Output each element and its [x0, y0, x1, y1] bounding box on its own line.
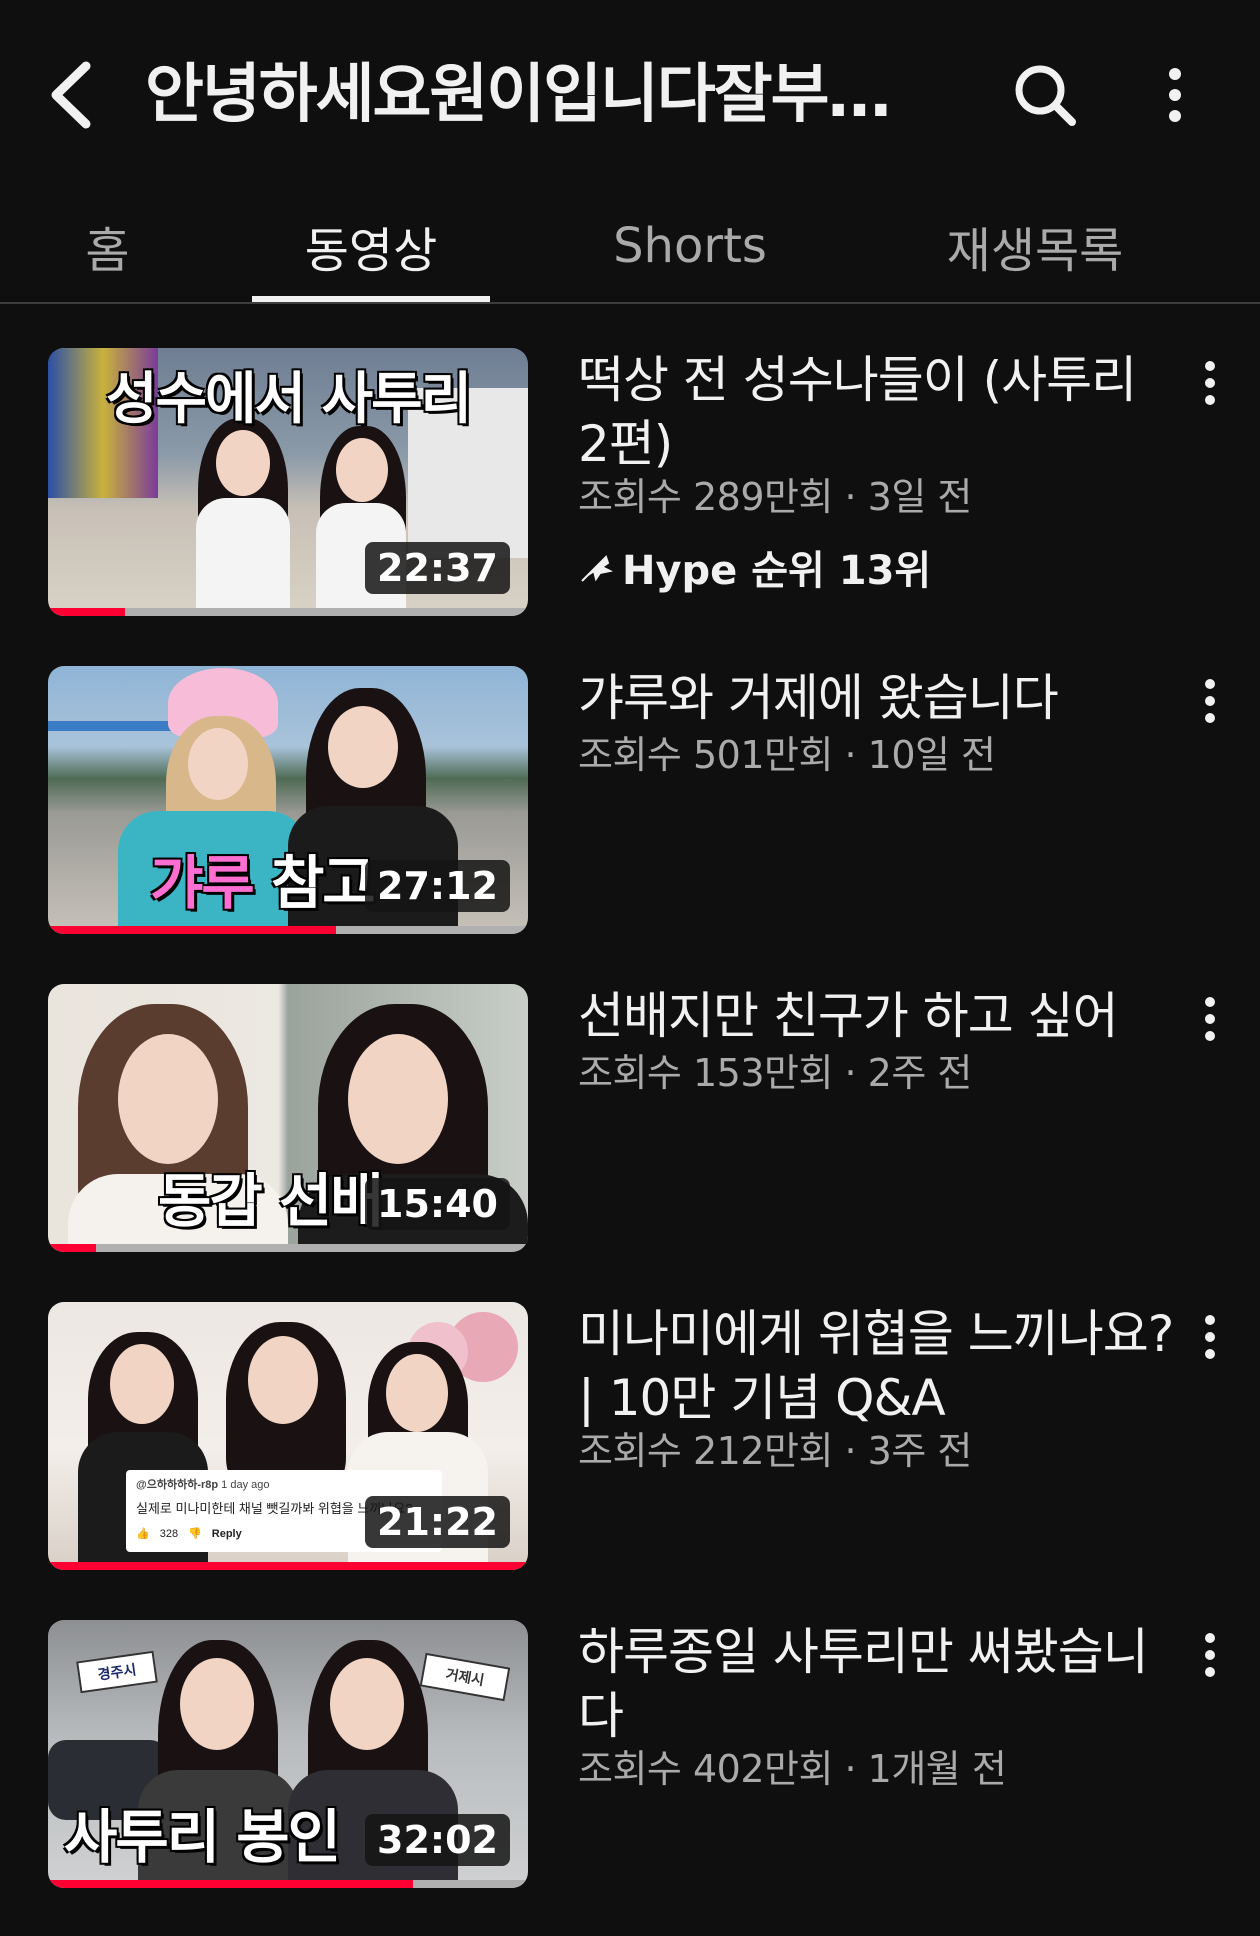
- video-more-button[interactable]: [1195, 671, 1225, 731]
- search-button[interactable]: [1005, 55, 1085, 135]
- channel-tabs: 홈 동영상 Shorts 재생목록: [0, 190, 1260, 304]
- person-face: [188, 728, 248, 800]
- person-face: [336, 438, 388, 502]
- video-thumbnail[interactable]: @으하하하하-r8p 1 day ago 실제로 미나미한테 채널 뺏길까봐 위…: [48, 1302, 528, 1570]
- person-face: [386, 1354, 448, 1432]
- more-dot-icon: [1205, 1014, 1215, 1024]
- video-title[interactable]: 미나미에게 위협을 느끼나요? | 10만 기념 Q&A: [578, 1302, 1178, 1430]
- more-dot-icon: [1205, 1332, 1215, 1342]
- more-dot-icon: [1205, 696, 1215, 706]
- more-dot-icon: [1169, 89, 1181, 101]
- thumbs-up-icon: 👍: [136, 1528, 150, 1540]
- video-meta: 조회수 153만회 · 2주 전: [578, 1051, 972, 1095]
- comment-reply: Reply: [211, 1527, 242, 1540]
- watch-progress-track: [48, 1562, 528, 1570]
- video-title[interactable]: 선배지만 친구가 하고 싶어: [578, 984, 1178, 1048]
- more-dot-icon: [1205, 1031, 1215, 1041]
- watch-progress-track: [48, 926, 528, 934]
- person-face: [348, 1034, 448, 1164]
- more-dot-icon: [1205, 378, 1215, 388]
- more-dot-icon: [1205, 1315, 1215, 1325]
- comment-time: 1 day ago: [221, 1479, 270, 1491]
- video-item: 갸루 참고 27:12 갸루와 거제에 왔습니다 조회수 501만회 · 10일…: [0, 666, 1260, 941]
- watch-progress-fill: [48, 1562, 528, 1570]
- comment-header: @으하하하하-r8p 1 day ago: [136, 1476, 432, 1492]
- video-duration: 27:12: [365, 860, 510, 912]
- person-face: [180, 1658, 254, 1750]
- more-dot-icon: [1205, 1667, 1215, 1677]
- more-dot-icon: [1205, 679, 1215, 689]
- thumbnail-caption: 사투리 봉인: [64, 1803, 341, 1871]
- active-tab-indicator: [252, 296, 490, 302]
- back-arrow-icon: [51, 61, 91, 129]
- watch-progress-fill: [48, 1244, 96, 1252]
- video-more-button[interactable]: [1195, 353, 1225, 413]
- tab-playlists[interactable]: 재생목록: [920, 190, 1150, 302]
- video-duration: 15:40: [365, 1178, 510, 1230]
- video-duration: 21:22: [365, 1496, 510, 1548]
- video-duration: 32:02: [365, 1814, 510, 1866]
- watch-progress-fill: [48, 1880, 413, 1888]
- more-dot-icon: [1205, 713, 1215, 723]
- video-item: @으하하하하-r8p 1 day ago 실제로 미나미한테 채널 뺏길까봐 위…: [0, 1302, 1260, 1577]
- video-meta: 조회수 289만회 · 3일 전: [578, 475, 972, 519]
- watch-progress-track: [48, 1244, 528, 1252]
- hype-badge[interactable]: Hype 순위 13위: [578, 538, 931, 596]
- video-thumbnail[interactable]: 동갑 선배 15:40: [48, 984, 528, 1252]
- thumbnail-caption: 갸루 참고: [150, 836, 376, 920]
- person-body: [196, 498, 290, 608]
- video-item: 성수에서 사투리 22:37 떡상 전 성수나들이 (사투리 2편) 조회수 2…: [0, 348, 1260, 623]
- video-item: 경주시 거제시 사투리 봉인 32:02 하루종일 사투리만 써봤습니다 조회수…: [0, 1620, 1260, 1895]
- more-dot-icon: [1205, 997, 1215, 1007]
- thumbs-down-icon: 👎: [188, 1528, 202, 1540]
- video-thumbnail[interactable]: 갸루 참고 27:12: [48, 666, 528, 934]
- watch-progress-track: [48, 1880, 528, 1888]
- video-meta: 조회수 212만회 · 3주 전: [578, 1429, 972, 1473]
- thumbnail-caption: 동갑 선배: [158, 1167, 384, 1235]
- thumbnail-caption-white: 참고: [270, 849, 376, 917]
- person-face: [118, 1034, 218, 1164]
- person-face: [330, 1658, 404, 1750]
- tab-shorts[interactable]: Shorts: [580, 190, 800, 302]
- watch-progress-fill: [48, 926, 336, 934]
- person-face: [248, 1336, 318, 1424]
- channel-title: 안녕하세요원이입니다잘부…: [145, 58, 892, 132]
- person-face: [110, 1344, 174, 1424]
- person-face: [216, 430, 270, 496]
- comment-likes: 328: [159, 1527, 179, 1540]
- video-more-button[interactable]: [1195, 1307, 1225, 1367]
- back-button[interactable]: [40, 50, 100, 140]
- thumbnail-caption: 성수에서 사투리: [106, 366, 472, 432]
- more-dot-icon: [1205, 1633, 1215, 1643]
- person-face: [328, 706, 398, 788]
- video-thumbnail[interactable]: 경주시 거제시 사투리 봉인 32:02: [48, 1620, 528, 1888]
- video-item: 동갑 선배 15:40 선배지만 친구가 하고 싶어 조회수 153만회 · 2…: [0, 984, 1260, 1259]
- video-meta: 조회수 402만회 · 1개월 전: [578, 1747, 1007, 1791]
- video-more-button[interactable]: [1195, 1625, 1225, 1685]
- video-title[interactable]: 하루종일 사투리만 써봤습니다: [578, 1620, 1178, 1748]
- more-dot-icon: [1205, 1650, 1215, 1660]
- watch-progress-fill: [48, 608, 125, 616]
- more-options-button[interactable]: [1150, 55, 1200, 135]
- video-title[interactable]: 떡상 전 성수나들이 (사투리 2편): [578, 348, 1178, 476]
- more-dot-icon: [1205, 361, 1215, 371]
- video-meta: 조회수 501만회 · 10일 전: [578, 733, 996, 777]
- tab-videos[interactable]: 동영상: [252, 190, 490, 302]
- video-duration: 22:37: [365, 542, 510, 594]
- tab-home[interactable]: 홈: [50, 190, 165, 302]
- app-header: 안녕하세요원이입니다잘부…: [0, 0, 1260, 190]
- more-dot-icon: [1205, 1349, 1215, 1359]
- video-thumbnail[interactable]: 성수에서 사투리 22:37: [48, 348, 528, 616]
- comment-user: @으하하하하-r8p: [136, 1479, 219, 1491]
- more-dot-icon: [1205, 395, 1215, 405]
- watch-progress-track: [48, 608, 528, 616]
- search-icon: [1015, 65, 1076, 126]
- video-title[interactable]: 갸루와 거제에 왔습니다: [578, 666, 1178, 730]
- thumbnail-caption-pink: 갸루: [150, 849, 255, 917]
- hype-rank-label: Hype 순위 13위: [622, 548, 932, 594]
- more-dot-icon: [1169, 110, 1181, 122]
- hype-icon: [581, 555, 614, 582]
- more-dot-icon: [1169, 68, 1181, 80]
- video-more-button[interactable]: [1195, 989, 1225, 1049]
